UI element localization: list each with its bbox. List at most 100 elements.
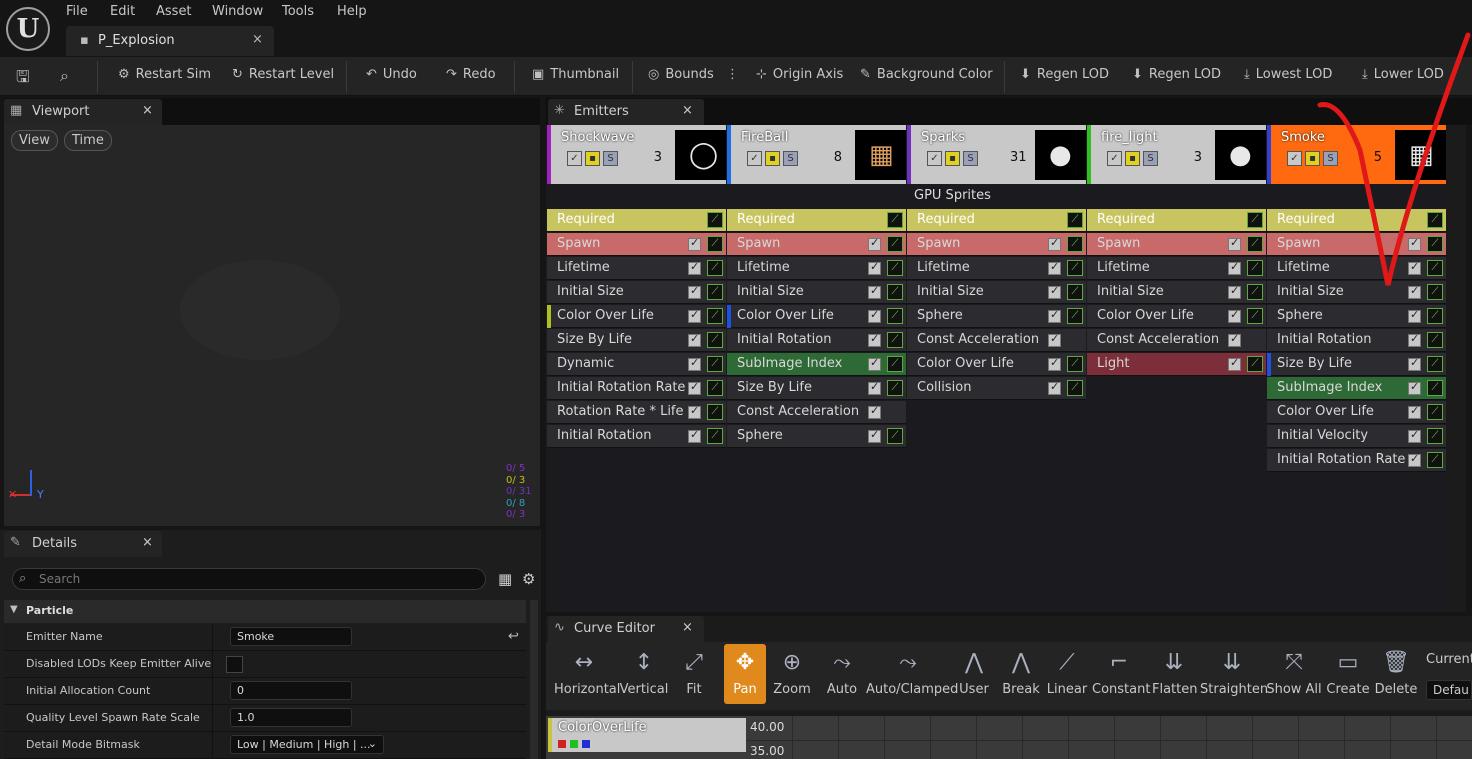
restart-sim-button[interactable]: ⚙ Restart Sim: [118, 67, 211, 82]
curve-graph-icon[interactable]: ⟋: [887, 332, 903, 348]
solo-toggle[interactable]: ▪: [945, 151, 960, 166]
unreal-logo[interactable]: U: [6, 7, 50, 51]
module-row[interactable]: Spawn ⟋: [907, 233, 1086, 256]
module-row[interactable]: Lifetime ⟋: [907, 257, 1086, 280]
emitter-column[interactable]: Shockwave✓▪S3◯Required⟋Spawn⟋Lifetime⟋In…: [547, 125, 726, 612]
module-enable-checkbox[interactable]: [868, 332, 881, 347]
module-row[interactable]: Rotation Rate * Life ⟋: [547, 401, 726, 424]
solo-toggle[interactable]: ▪: [765, 151, 780, 166]
curve-graph-icon[interactable]: ⟋: [1427, 308, 1443, 324]
module-enable-checkbox[interactable]: [1048, 308, 1061, 323]
curve-pan-button[interactable]: ✥ Pan: [724, 644, 766, 704]
bounds-button[interactable]: ◎ Bounds: [648, 67, 714, 82]
curve-graph-icon[interactable]: ⟋: [887, 356, 903, 372]
module-enable-checkbox[interactable]: [1048, 356, 1061, 371]
module-enable-checkbox[interactable]: [1408, 308, 1421, 323]
module-enable-checkbox[interactable]: [1228, 236, 1241, 251]
solo-toggle[interactable]: ▪: [1125, 151, 1140, 166]
module-enable-checkbox[interactable]: [688, 380, 701, 395]
curve-auto-clamped-button[interactable]: ⤳ Auto/Clamped: [866, 644, 958, 704]
curve-graph-icon[interactable]: ⟋: [1427, 452, 1443, 468]
curve-user-button[interactable]: ⋀ User: [956, 644, 992, 704]
module-row[interactable]: Color Over Life ⟋: [1267, 401, 1446, 424]
curve-straighten-button[interactable]: ⇊ Straighten: [1200, 644, 1268, 704]
module-enable-checkbox[interactable]: [1048, 260, 1061, 275]
emitter-header[interactable]: FireBall ✓ ▪ S 8 ▦: [727, 125, 906, 184]
module-enable-checkbox[interactable]: [1228, 260, 1241, 275]
curve-graph-icon[interactable]: ⟋: [1067, 236, 1083, 252]
module-row[interactable]: Initial Velocity ⟋: [1267, 425, 1446, 448]
menu-asset[interactable]: Asset: [156, 4, 192, 19]
module-row[interactable]: Dynamic ⟋: [547, 353, 726, 376]
module-enable-checkbox[interactable]: [1048, 380, 1061, 395]
curve-graph-icon[interactable]: ⟋: [707, 284, 723, 300]
module-enable-checkbox[interactable]: [868, 236, 881, 251]
module-row[interactable]: Required ⟋: [907, 209, 1086, 232]
curve-graph-icon[interactable]: ⟋: [707, 308, 723, 324]
module-enable-checkbox[interactable]: [688, 404, 701, 419]
module-row[interactable]: Lifetime ⟋: [547, 257, 726, 280]
curve-graph-icon[interactable]: ⟋: [707, 428, 723, 444]
module-row[interactable]: Initial Rotation ⟋: [727, 329, 906, 352]
save-icon[interactable]: 🖫: [16, 66, 30, 93]
menu-edit[interactable]: Edit: [110, 4, 135, 19]
module-row[interactable]: Const Acceleration: [1087, 329, 1266, 352]
module-row[interactable]: Required ⟋: [727, 209, 906, 232]
view-button[interactable]: View: [11, 130, 58, 151]
curve-graph-icon[interactable]: ⟋: [1427, 332, 1443, 348]
curve-graph-icon[interactable]: ⟋: [887, 284, 903, 300]
module-enable-checkbox[interactable]: [1408, 404, 1421, 419]
menu-window[interactable]: Window: [212, 4, 263, 19]
module-enable-checkbox[interactable]: [688, 260, 701, 275]
module-enable-checkbox[interactable]: [868, 380, 881, 395]
origin-axis-button[interactable]: ⊹ Origin Axis: [756, 67, 843, 82]
module-row[interactable]: Lifetime ⟋: [1087, 257, 1266, 280]
curve-graph-icon[interactable]: ⟋: [887, 212, 903, 228]
curve-graph-icon[interactable]: ⟋: [1247, 260, 1263, 276]
module-enable-checkbox[interactable]: [1408, 356, 1421, 371]
curve-graph-icon[interactable]: ⟋: [1427, 380, 1443, 396]
menu-file[interactable]: File: [66, 4, 88, 19]
tab-curve-editor[interactable]: ∿ Curve Editor ×: [548, 616, 704, 642]
curve-graph-icon[interactable]: ⟋: [707, 404, 723, 420]
detail-value-field[interactable]: 1.0: [230, 708, 352, 727]
module-enable-checkbox[interactable]: [1408, 428, 1421, 443]
preset-select[interactable]: Defau: [1426, 680, 1472, 700]
curve-show-all-button[interactable]: ⤧ Show All: [1266, 644, 1322, 704]
solo-icon[interactable]: S: [963, 151, 978, 166]
curve-auto-button[interactable]: ⤳ Auto: [822, 644, 862, 704]
menu-help[interactable]: Help: [337, 4, 367, 19]
tab-viewport[interactable]: ▦ Viewport ×: [4, 99, 162, 125]
curve-graph-icon[interactable]: ⟋: [887, 380, 903, 396]
search-input[interactable]: ⌕ Search: [12, 568, 486, 590]
close-icon[interactable]: ×: [142, 535, 153, 550]
module-row[interactable]: Required ⟋: [547, 209, 726, 232]
gear-icon[interactable]: ⚙: [522, 570, 535, 588]
module-row[interactable]: Color Over Life ⟋: [1087, 305, 1266, 328]
curve-delete-button[interactable]: 🗑 Delete: [1374, 644, 1418, 704]
curve-graph-icon[interactable]: ⟋: [887, 236, 903, 252]
curve-graph-icon[interactable]: ⟋: [887, 308, 903, 324]
module-row[interactable]: Initial Size ⟋: [547, 281, 726, 304]
browse-icon[interactable]: ⌕: [60, 66, 69, 86]
curve-graph-icon[interactable]: ⟋: [887, 260, 903, 276]
module-row[interactable]: Light ⟋: [1087, 353, 1266, 376]
document-tab[interactable]: ▪ P_Explosion ×: [66, 26, 274, 56]
curve-graph-icon[interactable]: ⟋: [1067, 260, 1083, 276]
solo-icon[interactable]: S: [783, 151, 798, 166]
restart-level-button[interactable]: ↻ Restart Level: [232, 67, 334, 82]
module-enable-checkbox[interactable]: [868, 284, 881, 299]
curve-graph-icon[interactable]: ⟋: [1067, 284, 1083, 300]
curve-create-button[interactable]: ▭ Create: [1326, 644, 1370, 704]
curve-graph-icon[interactable]: ⟋: [1067, 212, 1083, 228]
module-row[interactable]: Color Over Life ⟋: [907, 353, 1086, 376]
module-row[interactable]: Initial Rotation Rate ⟋: [1267, 449, 1446, 472]
module-row[interactable]: Initial Rotation ⟋: [1267, 329, 1446, 352]
module-enable-checkbox[interactable]: [1408, 452, 1421, 467]
emitter-column[interactable]: Sparks✓▪S31●GPU SpritesRequired⟋Spawn⟋Li…: [907, 125, 1086, 612]
curve-constant-button[interactable]: ⌐ Constant: [1092, 644, 1150, 704]
module-row[interactable]: Sphere ⟋: [727, 425, 906, 448]
module-enable-checkbox[interactable]: [1048, 284, 1061, 299]
curve-graph-icon[interactable]: ⟋: [1427, 356, 1443, 372]
curve-linear-button[interactable]: ⟋ Linear: [1046, 644, 1088, 704]
